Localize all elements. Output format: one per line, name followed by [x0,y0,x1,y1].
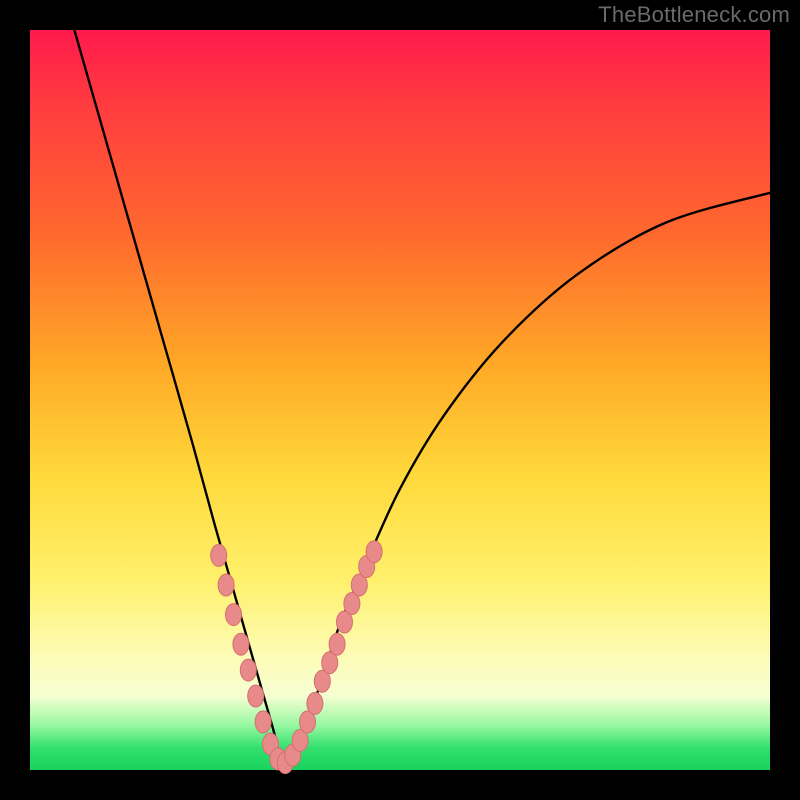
bead [307,692,323,714]
bead-group [211,541,382,774]
bottleneck-curve [74,30,770,765]
bead [233,633,249,655]
bead [366,541,382,563]
bead [240,659,256,681]
bead [329,633,345,655]
chart-frame: TheBottleneck.com [0,0,800,800]
bead [226,604,242,626]
watermark-text: TheBottleneck.com [598,2,790,28]
chart-svg [30,30,770,770]
bead [211,544,227,566]
bead [218,574,234,596]
bead [255,711,271,733]
bead [248,685,264,707]
plot-area [30,30,770,770]
